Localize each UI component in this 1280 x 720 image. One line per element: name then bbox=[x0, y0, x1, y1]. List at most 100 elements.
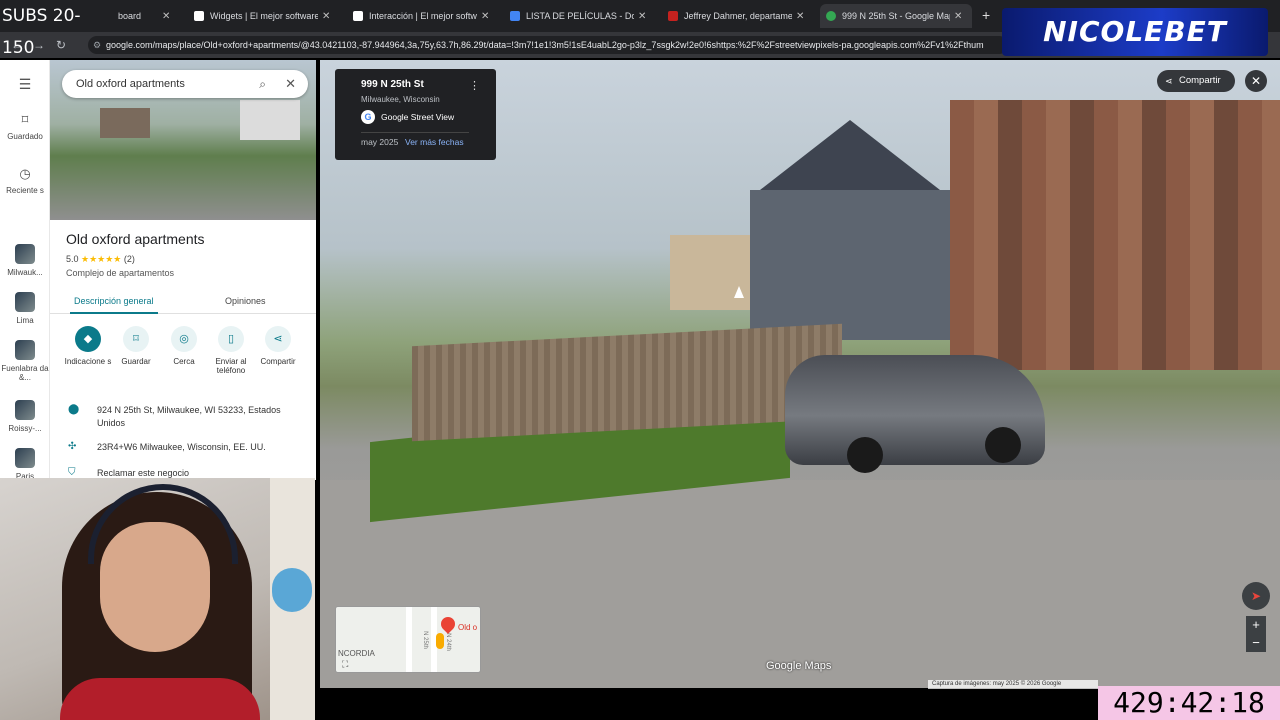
sv-capture-date: may 2025 bbox=[361, 137, 399, 147]
rail-place-label: Lima bbox=[16, 316, 34, 325]
place-thumbnail bbox=[15, 400, 35, 420]
rail-place-label: Fuenlabra da &... bbox=[1, 364, 49, 382]
tab-close-icon[interactable]: ✕ bbox=[638, 11, 646, 22]
tab-title: board bbox=[118, 11, 142, 21]
history-icon: ◷ bbox=[19, 166, 31, 181]
tab-close-icon[interactable]: ✕ bbox=[481, 11, 489, 22]
screen: SUBS 20- 150 board ✕ Widgets | El mejor … bbox=[0, 0, 1280, 720]
sv-share-button[interactable]: ⋖ Compartir bbox=[1157, 70, 1235, 92]
tab-close-icon[interactable]: ✕ bbox=[954, 11, 962, 22]
action-label: Enviar al teléfono bbox=[215, 357, 247, 375]
rail-place-label: Milwauk... bbox=[7, 268, 43, 277]
search-input[interactable]: Old oxford apartments ⌕ ✕ bbox=[62, 70, 308, 98]
address-bar[interactable]: ⚙ google.com/maps/place/Old+oxford+apart… bbox=[88, 36, 1008, 54]
rail-place-fuenlabrada[interactable]: Fuenlabra da &... bbox=[0, 340, 50, 382]
shield-check-icon: ⛉ bbox=[68, 467, 76, 478]
widget-icon bbox=[194, 11, 204, 21]
minimap-street-label: N 25th bbox=[421, 631, 428, 649]
place-tabs: Descripción general Opiniones bbox=[50, 292, 316, 314]
place-address: 924 N 25th St, Milwaukee, WI 53233, Esta… bbox=[97, 405, 281, 428]
expand-map-icon[interactable]: ⛶ bbox=[342, 659, 348, 670]
rail-place-label: Roissy-... bbox=[8, 424, 42, 433]
menu-icon[interactable]: ☰ bbox=[0, 76, 50, 93]
sv-address: 999 N 25th St bbox=[361, 79, 424, 90]
close-icon[interactable]: ✕ bbox=[285, 70, 296, 98]
map-pin-icon bbox=[438, 614, 458, 634]
sv-source: G Google Street View bbox=[361, 110, 454, 124]
share-icon: ⋖ bbox=[1165, 76, 1173, 86]
rail-saved-label: Guardado bbox=[7, 132, 43, 141]
place-type[interactable]: Complejo de apartamentos bbox=[66, 268, 174, 278]
tab-close-icon[interactable]: ✕ bbox=[162, 11, 170, 22]
more-dates-link[interactable]: Ver más fechas bbox=[405, 137, 464, 147]
stream-brand-banner: NICOLEBET bbox=[1002, 8, 1268, 56]
docs-icon bbox=[510, 11, 520, 21]
more-options-icon[interactable]: ⋮ bbox=[469, 79, 480, 92]
zoom-in-button[interactable]: + bbox=[1246, 616, 1266, 634]
webcam-plush-toy bbox=[272, 568, 312, 612]
tab-jeffrey-dahmer[interactable]: Jeffrey Dahmer, departamento ✕ bbox=[662, 4, 812, 28]
rail-saved[interactable]: ⌑ Guardado bbox=[0, 112, 50, 141]
headset-icon bbox=[88, 484, 238, 564]
action-label: Guardar bbox=[121, 357, 151, 366]
action-label: Cerca bbox=[173, 357, 195, 366]
tab-google-maps[interactable]: 999 N 25th St - Google Maps ✕ bbox=[820, 4, 972, 28]
news-icon bbox=[668, 11, 678, 21]
review-count[interactable]: (2) bbox=[124, 254, 135, 264]
tab-overview[interactable]: Descripción general bbox=[70, 296, 158, 314]
share-button[interactable]: ⋖ Compartir bbox=[253, 326, 303, 366]
webcam-shirt bbox=[60, 678, 260, 720]
sv-minivan bbox=[785, 355, 1045, 473]
save-button[interactable]: ⌑ Guardar bbox=[111, 326, 161, 366]
phone-icon: ▯ bbox=[218, 326, 244, 352]
rail-place-roissy[interactable]: Roissy-... bbox=[0, 400, 50, 433]
bookmark-icon: ⌑ bbox=[21, 112, 29, 127]
sv-roof bbox=[760, 120, 940, 190]
tab-widgets[interactable]: Widgets | El mejor software pa ✕ bbox=[188, 4, 343, 28]
tab-title: LISTA DE PELÍCULAS - Docume bbox=[526, 11, 634, 21]
url-text: google.com/maps/place/Old+oxford+apartme… bbox=[106, 40, 984, 50]
sv-source-label: Google Street View bbox=[381, 112, 455, 122]
new-tab-button[interactable]: + bbox=[982, 7, 990, 23]
tab-interaccion[interactable]: Interacción | El mejor software ✕ bbox=[347, 4, 497, 28]
close-street-view-button[interactable]: ✕ bbox=[1245, 70, 1267, 92]
reload-icon[interactable]: ↻ bbox=[50, 38, 72, 52]
send-to-phone-button[interactable]: ▯ Enviar al teléfono bbox=[206, 326, 256, 375]
plus-code-row[interactable]: ✣ 23R4+W6 Milwaukee, Wisconsin, EE. UU. bbox=[50, 441, 316, 455]
site-info-icon[interactable]: ⚙ bbox=[93, 36, 101, 54]
place-thumbnail bbox=[15, 292, 35, 312]
rail-place-milwaukee[interactable]: Milwauk... bbox=[0, 244, 50, 277]
tab-title: 999 N 25th St - Google Maps bbox=[842, 11, 950, 21]
directions-button[interactable]: ◆ Indicacione s bbox=[63, 326, 113, 366]
tab-reviews[interactable]: Opiniones bbox=[225, 296, 266, 306]
tab-dashboard[interactable]: board ✕ bbox=[112, 4, 182, 28]
google-maps-watermark: Google Maps bbox=[766, 660, 832, 672]
zoom-out-button[interactable]: − bbox=[1246, 634, 1266, 652]
nearby-button[interactable]: ◎ Cerca bbox=[159, 326, 209, 366]
rail-place-lima[interactable]: Lima bbox=[0, 292, 50, 325]
divider bbox=[361, 132, 469, 133]
address-row[interactable]: ⬤ 924 N 25th St, Milwaukee, WI 53233, Es… bbox=[50, 404, 316, 432]
tab-close-icon[interactable]: ✕ bbox=[322, 11, 330, 22]
action-label: Compartir bbox=[260, 357, 296, 366]
pegman-icon[interactable] bbox=[436, 633, 444, 649]
tab-close-icon[interactable]: ✕ bbox=[796, 11, 804, 22]
sv-wheel bbox=[847, 437, 883, 473]
rail-recent[interactable]: ◷ Reciente s bbox=[0, 166, 50, 195]
sv-blurred-building bbox=[950, 100, 1280, 370]
street-view-info-card: 999 N 25th St ⋮ Milwaukee, Wisconsin G G… bbox=[335, 69, 496, 160]
sv-city: Milwaukee, Wisconsin bbox=[361, 95, 440, 104]
maps-icon bbox=[826, 11, 836, 21]
street-view-minimap[interactable]: N 25th N 24th Old o NCORDIA ⛶ bbox=[335, 606, 481, 673]
tab-lista-peliculas[interactable]: LISTA DE PELÍCULAS - Docume ✕ bbox=[504, 4, 659, 28]
tab-title: Widgets | El mejor software pa bbox=[210, 11, 318, 21]
place-rating: 5.0 ★★★★★ (2) bbox=[66, 254, 135, 265]
streamer-webcam bbox=[0, 478, 315, 720]
search-icon[interactable]: ⌕ bbox=[259, 70, 266, 98]
compass-icon[interactable]: ➤ bbox=[1242, 582, 1270, 610]
rail-place-paris[interactable]: Paris bbox=[0, 448, 50, 481]
sv-wheel bbox=[985, 427, 1021, 463]
place-actions: ◆ Indicacione s ⌑ Guardar ◎ Cerca ▯ Envi… bbox=[50, 326, 316, 386]
place-plus-code: 23R4+W6 Milwaukee, Wisconsin, EE. UU. bbox=[97, 442, 266, 452]
place-thumbnail bbox=[15, 448, 35, 468]
